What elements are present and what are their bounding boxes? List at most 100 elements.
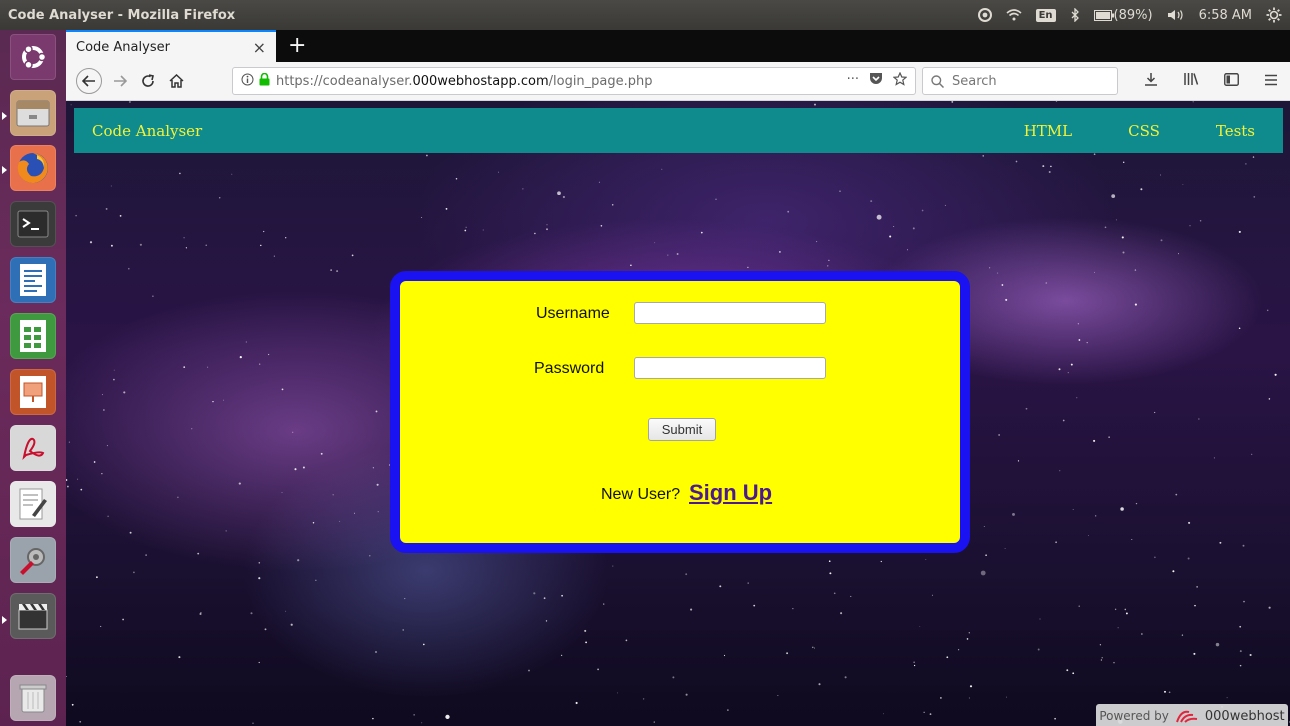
star [218, 197, 221, 199]
submit-button[interactable]: Submit [648, 418, 716, 441]
star [465, 226, 467, 228]
star [225, 530, 227, 532]
star [611, 204, 614, 206]
star [258, 562, 261, 564]
settings-tools-icon[interactable] [10, 537, 56, 583]
star [1072, 508, 1074, 511]
hosting-badge[interactable]: Powered by 000webhost [1096, 704, 1288, 726]
url-bar[interactable]: https://codeanalyser.000webhostapp.com/l… [232, 67, 916, 95]
star [66, 478, 68, 482]
keyboard-layout-indicator[interactable]: En [1035, 8, 1056, 22]
forward-button[interactable] [108, 68, 132, 94]
bluetooth-icon[interactable] [1070, 8, 1080, 22]
site-info-icon[interactable] [241, 73, 254, 90]
star [616, 692, 618, 694]
search-input[interactable] [950, 72, 1104, 90]
reload-button[interactable] [136, 68, 160, 94]
url-text[interactable]: https://codeanalyser.000webhostapp.com/l… [276, 74, 653, 89]
star [200, 612, 202, 614]
star [1070, 363, 1073, 366]
new-tab-button[interactable]: + [288, 33, 306, 58]
password-input[interactable] [634, 357, 826, 379]
star [79, 720, 82, 723]
star [1219, 541, 1222, 544]
nav-link-tests[interactable]: Tests [1216, 122, 1255, 140]
star [919, 625, 921, 627]
star [455, 178, 458, 180]
star [376, 483, 379, 486]
wifi-icon[interactable] [1006, 9, 1022, 21]
tab-code-analyser[interactable]: Code Analyser × [66, 30, 276, 62]
battery-indicator[interactable]: (89%) [1093, 8, 1153, 23]
username-input[interactable] [634, 302, 826, 324]
calc-icon[interactable] [10, 313, 56, 359]
site-brand-link[interactable]: Code Analyser [92, 122, 202, 140]
nav-link-html[interactable]: HTML [1024, 122, 1072, 140]
star [983, 525, 985, 528]
star [840, 612, 843, 615]
star [812, 646, 814, 649]
back-button[interactable] [76, 68, 102, 94]
star [598, 181, 600, 183]
star [946, 656, 949, 659]
star [1120, 507, 1124, 511]
search-bar[interactable] [922, 67, 1118, 95]
secure-lock-icon[interactable] [259, 72, 270, 90]
star [93, 461, 96, 463]
chrome-icon[interactable] [977, 8, 992, 22]
star [1140, 188, 1143, 191]
star [110, 185, 112, 187]
star [1094, 271, 1095, 273]
star [667, 254, 669, 256]
terminal-icon[interactable] [10, 201, 56, 247]
star [375, 410, 378, 413]
star [1249, 653, 1252, 657]
home-button[interactable] [164, 68, 188, 94]
clock[interactable]: 6:58 AM [1199, 8, 1252, 23]
sidebar-toggle-icon[interactable] [1223, 72, 1239, 90]
star [273, 255, 275, 257]
volume-icon[interactable] [1167, 9, 1185, 21]
star [101, 394, 103, 396]
star [818, 683, 821, 686]
star [723, 654, 726, 657]
star [1168, 691, 1171, 694]
acrobat-icon[interactable] [10, 425, 56, 471]
bookmark-star-icon[interactable] [892, 71, 908, 90]
tab-close-button[interactable]: × [253, 38, 266, 57]
star [413, 714, 415, 716]
firefox-icon[interactable] [10, 145, 56, 191]
star [1076, 397, 1078, 399]
star [1164, 690, 1166, 693]
page-actions-button[interactable]: ··· [847, 72, 859, 90]
star [1077, 323, 1079, 325]
star [584, 629, 587, 632]
impress-icon[interactable] [10, 369, 56, 415]
ubuntu-dash-icon[interactable] [10, 34, 56, 80]
star [1004, 547, 1006, 549]
star [252, 722, 254, 724]
star [100, 625, 102, 627]
file-manager-icon[interactable] [10, 90, 56, 136]
text-editor-icon[interactable] [10, 481, 56, 527]
power-settings-icon[interactable] [1266, 7, 1282, 23]
star [183, 237, 185, 239]
sign-up-link[interactable]: Sign Up [689, 480, 772, 506]
writer-icon[interactable] [10, 257, 56, 303]
hamburger-menu-icon[interactable] [1264, 72, 1278, 90]
video-editor-icon[interactable] [10, 593, 56, 639]
star [103, 409, 105, 411]
star [239, 356, 242, 359]
star [139, 243, 142, 246]
pocket-icon[interactable] [869, 72, 883, 90]
downloads-icon[interactable] [1144, 72, 1158, 90]
star [205, 244, 207, 246]
library-icon[interactable] [1183, 72, 1199, 90]
star [870, 200, 873, 203]
star [1189, 225, 1191, 227]
trash-icon[interactable] [10, 675, 56, 721]
nav-link-css[interactable]: CSS [1128, 122, 1160, 140]
star [1192, 101, 1194, 103]
star [178, 656, 181, 659]
page-viewport[interactable]: Code Analyser HTML CSS Tests Username Pa… [66, 101, 1290, 726]
